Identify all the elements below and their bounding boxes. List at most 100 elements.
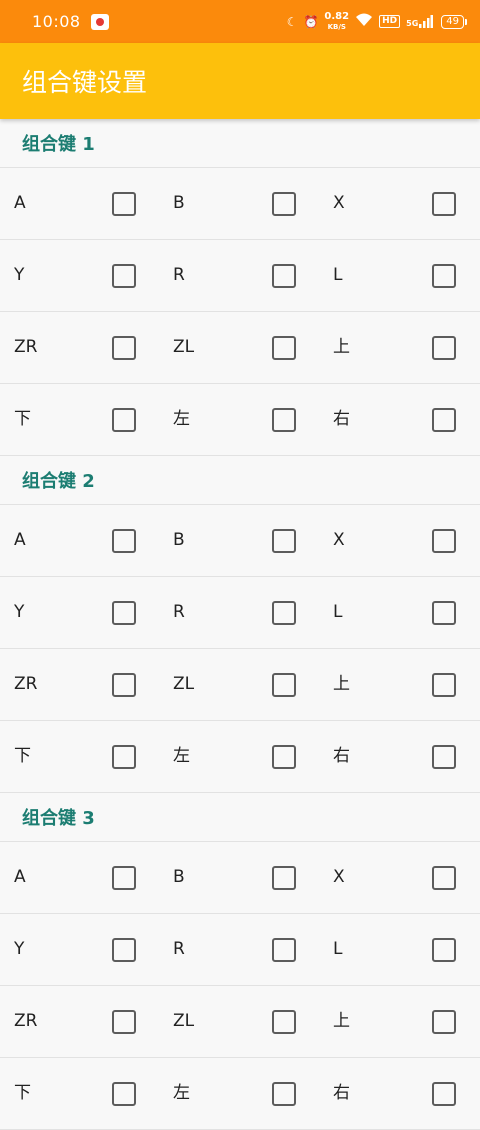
key-label: R <box>173 939 185 959</box>
key-label: 上 <box>333 1011 350 1031</box>
key-checkbox[interactable] <box>112 336 136 360</box>
key-row: ZR ZL 上 <box>0 312 480 384</box>
group-header: 组合键 2 <box>0 456 480 505</box>
key-checkbox[interactable] <box>432 673 456 697</box>
key-row: 下左右 <box>0 1058 480 1130</box>
wifi-icon <box>355 13 373 30</box>
key-label: B <box>173 530 185 550</box>
signal-icon: 5G <box>406 15 434 28</box>
key-checkbox[interactable] <box>432 264 456 288</box>
key-row: YRL <box>0 577 480 649</box>
key-checkbox[interactable] <box>432 1082 456 1106</box>
key-label: 右 <box>333 746 350 766</box>
key-checkbox[interactable] <box>432 529 456 553</box>
key-checkbox[interactable] <box>272 601 296 625</box>
hd-badge: HD <box>379 15 401 28</box>
key-checkbox[interactable] <box>112 1082 136 1106</box>
key-label: R <box>173 265 185 285</box>
key-row: YRL <box>0 240 480 312</box>
key-checkbox[interactable] <box>112 264 136 288</box>
key-checkbox[interactable] <box>272 745 296 769</box>
key-checkbox[interactable] <box>272 192 296 216</box>
key-label: ZR <box>14 337 38 357</box>
key-label: B <box>173 867 185 887</box>
key-checkbox[interactable] <box>272 408 296 432</box>
key-label: 上 <box>333 337 350 357</box>
key-checkbox[interactable] <box>272 336 296 360</box>
key-label: B <box>173 193 185 213</box>
key-label: 下 <box>14 1083 31 1103</box>
key-label: X <box>333 193 345 213</box>
key-checkbox[interactable] <box>432 745 456 769</box>
key-checkbox[interactable] <box>272 264 296 288</box>
key-checkbox[interactable] <box>272 938 296 962</box>
key-label: L <box>333 265 343 285</box>
key-row: ABX <box>0 842 480 914</box>
key-label: 左 <box>173 746 190 766</box>
key-label: 下 <box>14 746 31 766</box>
key-row: ZR ZL 上 <box>0 649 480 721</box>
status-icons: ☾ ⏰ 0.82 KB/S HD 5G 49 <box>286 10 467 32</box>
key-checkbox[interactable] <box>112 601 136 625</box>
key-checkbox[interactable] <box>112 529 136 553</box>
key-checkbox[interactable] <box>432 866 456 890</box>
key-checkbox[interactable] <box>432 1010 456 1034</box>
settings-list: 组合键 1 A B X Y R L ZR ZL 上下左右组合键 2 A B X Y R L ZR ZL 上下左右组合… <box>0 119 480 1130</box>
moon-icon: ☾ <box>286 14 298 29</box>
key-label: R <box>173 602 185 622</box>
key-label: ZL <box>173 1011 195 1031</box>
key-label: L <box>333 939 343 959</box>
key-row: YRL <box>0 914 480 986</box>
key-checkbox[interactable] <box>432 192 456 216</box>
key-row: 下左右 <box>0 721 480 793</box>
key-checkbox[interactable] <box>272 529 296 553</box>
key-label: ZR <box>14 1011 38 1031</box>
key-row: 下左右 <box>0 384 480 456</box>
key-label: 左 <box>173 1083 190 1103</box>
key-label: 上 <box>333 674 350 694</box>
key-label: 右 <box>333 1083 350 1103</box>
key-label: 右 <box>333 409 350 429</box>
key-checkbox[interactable] <box>272 1082 296 1106</box>
key-checkbox[interactable] <box>112 938 136 962</box>
key-checkbox[interactable] <box>432 408 456 432</box>
key-label: X <box>333 530 345 550</box>
key-label: Y <box>14 602 25 622</box>
group-header: 组合键 1 <box>0 119 480 168</box>
key-checkbox[interactable] <box>272 866 296 890</box>
key-label: X <box>333 867 345 887</box>
key-checkbox[interactable] <box>112 745 136 769</box>
battery-indicator: 49 <box>441 14 467 29</box>
key-label: 左 <box>173 409 190 429</box>
page-title: 组合键设置 <box>22 68 148 97</box>
notification-app-icon <box>90 13 109 30</box>
key-label: ZR <box>14 674 38 694</box>
key-checkbox[interactable] <box>432 336 456 360</box>
key-checkbox[interactable] <box>272 1010 296 1034</box>
key-label: L <box>333 602 343 622</box>
key-checkbox[interactable] <box>432 601 456 625</box>
key-checkbox[interactable] <box>112 673 136 697</box>
key-checkbox[interactable] <box>112 192 136 216</box>
key-checkbox[interactable] <box>112 866 136 890</box>
key-label: A <box>14 867 26 887</box>
key-label: Y <box>14 939 25 959</box>
network-speed: 0.82 KB/S <box>324 10 350 31</box>
key-label: Y <box>14 265 25 285</box>
key-label: A <box>14 193 26 213</box>
key-row: ZR ZL 上 <box>0 986 480 1058</box>
status-bar: 10:08 ☾ ⏰ 0.82 KB/S HD 5G 49 <box>0 0 480 43</box>
key-checkbox[interactable] <box>272 673 296 697</box>
key-label: ZL <box>173 674 195 694</box>
key-row: ABX <box>0 505 480 577</box>
key-checkbox[interactable] <box>112 1010 136 1034</box>
status-time: 10:08 <box>32 12 81 31</box>
key-label: 下 <box>14 409 31 429</box>
key-label: ZL <box>173 337 195 357</box>
key-checkbox[interactable] <box>112 408 136 432</box>
key-checkbox[interactable] <box>432 938 456 962</box>
alarm-icon: ⏰ <box>303 14 319 29</box>
key-row: ABX <box>0 168 480 240</box>
key-label: A <box>14 530 26 550</box>
app-bar: 组合键设置 <box>0 43 480 119</box>
